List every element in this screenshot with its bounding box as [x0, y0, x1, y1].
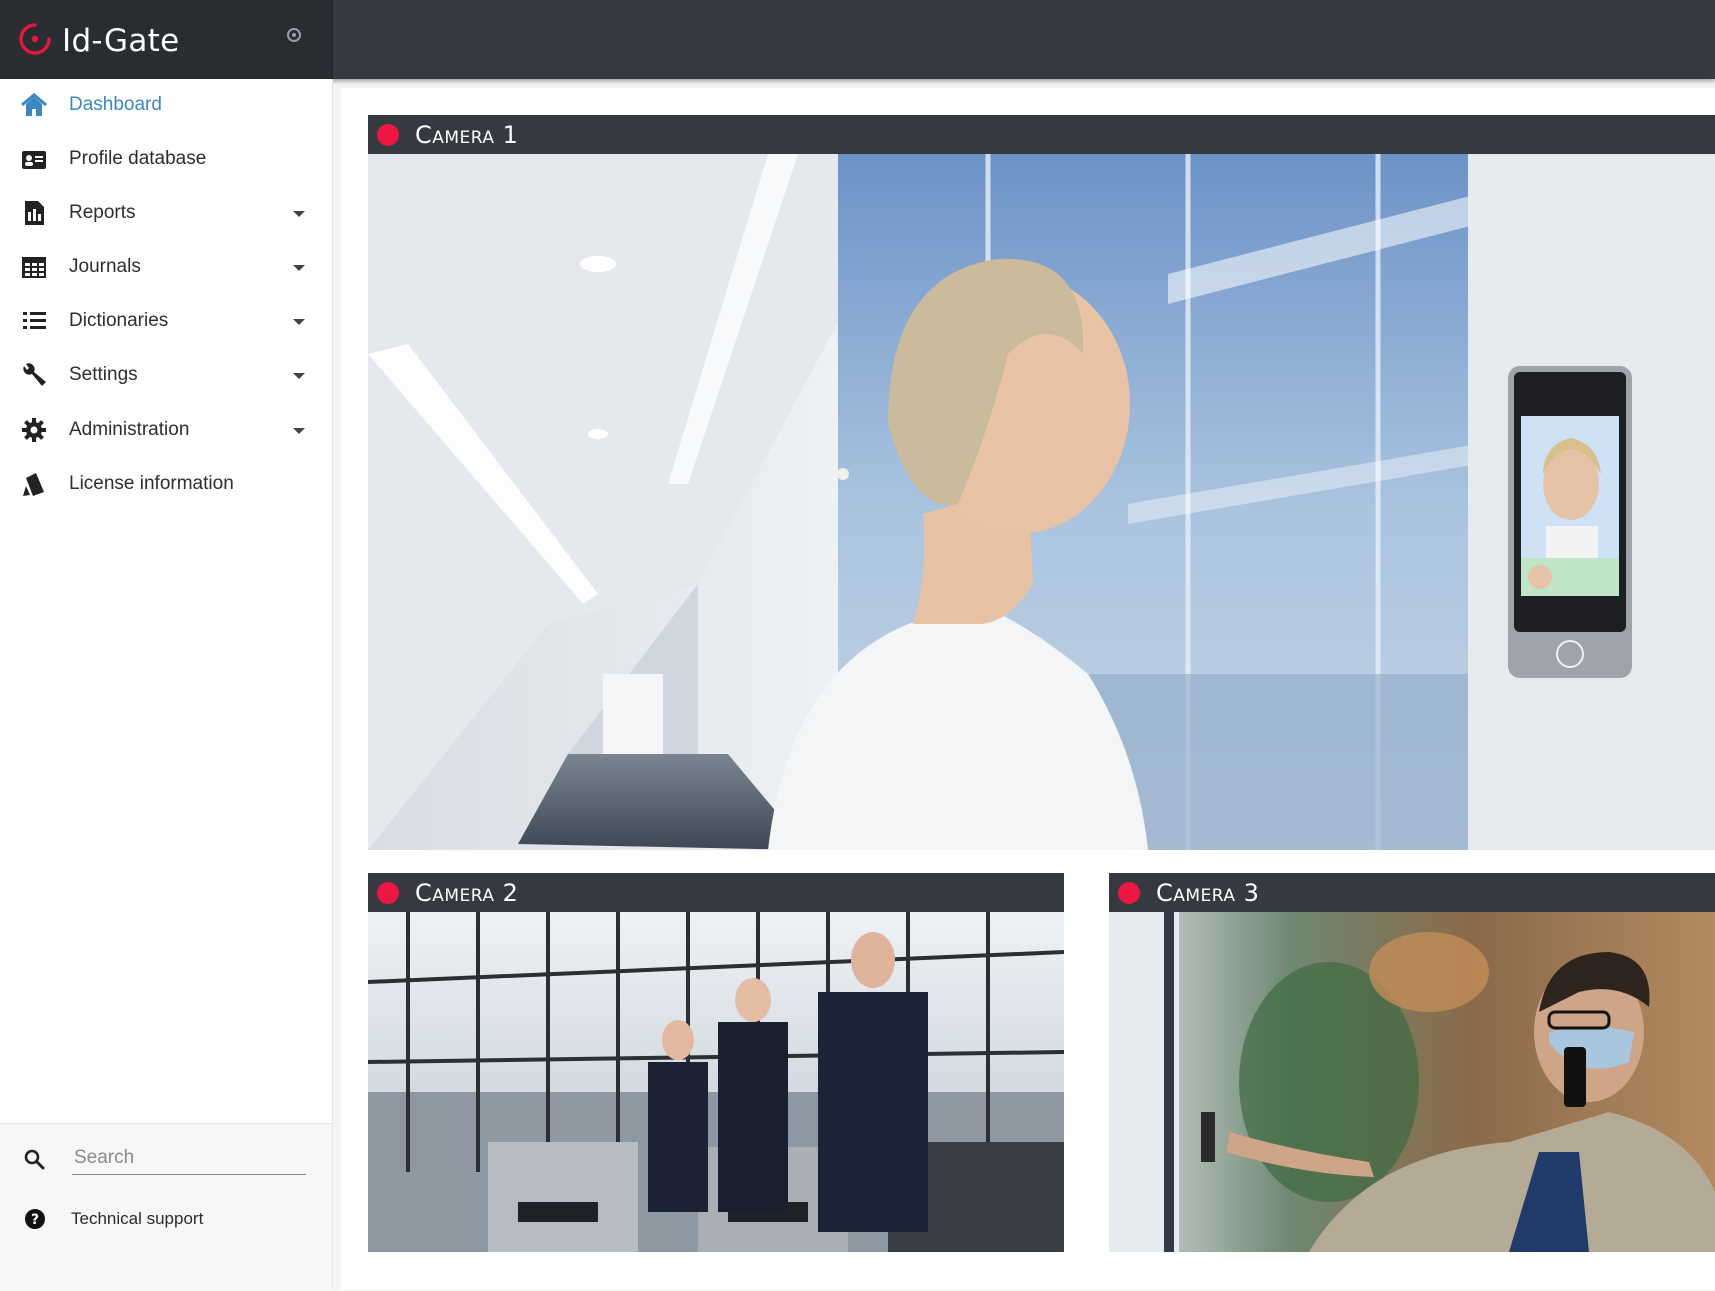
- sidebar-item-reports[interactable]: Reports: [0, 188, 332, 238]
- sidebar-item-license-information[interactable]: License information: [0, 459, 332, 509]
- sidebar-item-settings[interactable]: Settings: [0, 350, 332, 400]
- wrench-icon: [23, 363, 46, 386]
- sidebar-item-label: Dashboard: [69, 94, 162, 115]
- sidebar: Dashboard Profile database Reports Journ…: [0, 79, 333, 1291]
- sidebar-item-dashboard[interactable]: Dashboard: [0, 80, 332, 130]
- sidebar-item-label: Profile database: [69, 148, 207, 169]
- search-icon: [24, 1149, 45, 1170]
- sidebar-item-profile-database[interactable]: Profile database: [0, 134, 332, 184]
- sidebar-item-label: Administration: [69, 419, 190, 440]
- sidebar-item-label: License information: [69, 473, 234, 494]
- recording-indicator: [1118, 882, 1140, 904]
- list-icon: [23, 312, 46, 329]
- recording-indicator: [377, 124, 399, 146]
- chevron-down-icon: [293, 211, 305, 217]
- chevron-down-icon: [293, 428, 305, 434]
- app-title: Id-Gate: [62, 23, 180, 59]
- sidebar-item-label: Dictionaries: [69, 310, 169, 331]
- recording-indicator: [377, 882, 399, 904]
- camera-header: Camera 3: [1109, 873, 1715, 912]
- radio-toggle-icon[interactable]: [287, 28, 301, 42]
- sidebar-item-label: Journals: [69, 256, 141, 277]
- camera-panel-2[interactable]: Camera 2: [368, 873, 1064, 1252]
- camera-feed-image: [368, 912, 1064, 1252]
- id-card-icon: [22, 151, 46, 169]
- sidebar-item-label: Settings: [69, 364, 138, 385]
- license-icon: [23, 473, 44, 496]
- camera-title: Camera 2: [415, 879, 519, 907]
- home-icon: [21, 93, 47, 116]
- sidebar-item-label: Reports: [69, 202, 136, 223]
- dashboard-content: Camera 1 Camera 2 Camera 3: [341, 88, 1715, 1290]
- chevron-down-icon: [293, 265, 305, 271]
- sidebar-footer: ? Technical support: [0, 1123, 332, 1291]
- camera-panel-3[interactable]: Camera 3: [1109, 873, 1715, 1252]
- camera-panel-1[interactable]: Camera 1: [368, 115, 1715, 850]
- technical-support-link[interactable]: Technical support: [71, 1209, 203, 1229]
- gear-icon: [22, 418, 46, 442]
- camera-header: Camera 1: [368, 115, 1715, 154]
- search-input[interactable]: [72, 1142, 306, 1175]
- chevron-down-icon: [293, 319, 305, 325]
- brand-panel: Id-Gate: [0, 0, 333, 79]
- svg-text:?: ?: [31, 1212, 39, 1228]
- camera-feed-image: [368, 154, 1715, 850]
- id-gate-logo-icon: [19, 23, 51, 55]
- camera-feed-image: [1109, 912, 1715, 1252]
- question-icon: ?: [25, 1209, 45, 1229]
- chevron-down-icon: [293, 373, 305, 379]
- table-icon: [22, 257, 46, 278]
- sidebar-item-dictionaries[interactable]: Dictionaries: [0, 296, 332, 346]
- camera-title: Camera 1: [415, 121, 519, 149]
- report-icon: [25, 201, 44, 225]
- camera-title: Camera 3: [1156, 879, 1260, 907]
- camera-header: Camera 2: [368, 873, 1064, 912]
- top-bar: Id-Gate: [0, 0, 1715, 79]
- sidebar-item-administration[interactable]: Administration: [0, 405, 332, 455]
- sidebar-item-journals[interactable]: Journals: [0, 242, 332, 292]
